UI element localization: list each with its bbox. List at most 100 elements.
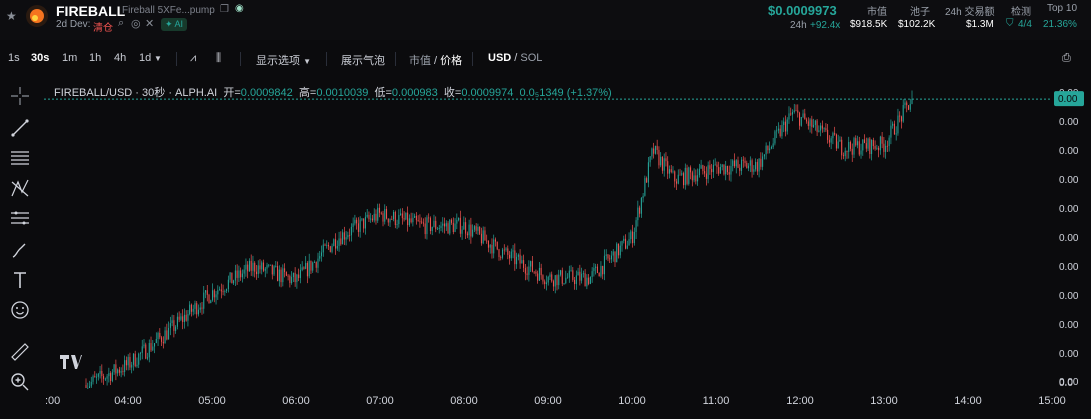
- candle-body: [433, 220, 435, 227]
- candle-body: [201, 307, 203, 309]
- candle-body: [431, 226, 433, 232]
- candle-body: [661, 156, 663, 171]
- candle-body: [336, 245, 338, 249]
- price-chart[interactable]: 0.000.000.000.000.000.000.000.000.000.00…: [0, 0, 1091, 419]
- candle-body: [586, 277, 588, 287]
- candle-body: [400, 213, 402, 215]
- candle-body: [774, 131, 776, 144]
- candle-body: [277, 266, 279, 282]
- legend-low: 0.000983: [391, 87, 438, 99]
- candle-body: [271, 264, 273, 275]
- candle-body: [844, 150, 846, 157]
- candle-body: [514, 250, 516, 265]
- candle-body: [630, 231, 632, 240]
- candle-body: [196, 303, 198, 315]
- candle-body: [762, 156, 764, 167]
- candle-body: [856, 141, 859, 146]
- candle-body: [152, 346, 154, 351]
- candle-body: [730, 166, 732, 175]
- candle-body: [640, 197, 642, 214]
- candle-body: [858, 141, 860, 155]
- candle-body: [245, 264, 247, 270]
- candle-body: [642, 195, 644, 198]
- candle-body: [651, 148, 653, 157]
- candle-body: [197, 309, 200, 315]
- candle-body: [261, 262, 263, 270]
- candle-body: [141, 346, 143, 353]
- candle-body: [387, 218, 389, 223]
- candle-body: [168, 327, 170, 340]
- candle-body: [113, 364, 115, 373]
- candle-body: [442, 223, 444, 226]
- candle-body: [212, 290, 214, 301]
- candle-body: [266, 265, 268, 269]
- candle-body: [319, 256, 321, 259]
- candle-body: [737, 160, 739, 168]
- candle-body: [190, 304, 192, 312]
- candle-body: [883, 143, 885, 152]
- candle-body: [452, 222, 454, 232]
- candle-body: [767, 145, 769, 151]
- candle-body: [841, 139, 843, 156]
- candle-body: [329, 246, 331, 252]
- candle-body: [760, 158, 762, 167]
- candle-body: [702, 165, 704, 172]
- candle-body: [712, 164, 714, 173]
- candle-body: [484, 230, 486, 241]
- candle-body: [375, 213, 377, 221]
- candle-body: [101, 370, 103, 377]
- candle-body: [189, 304, 191, 315]
- candle-body: [726, 165, 728, 173]
- candle-body: [134, 353, 136, 367]
- candle-body: [326, 245, 328, 246]
- candle-body: [748, 165, 750, 169]
- candle-body: [621, 240, 623, 246]
- candle-body: [296, 274, 298, 283]
- candle-body: [120, 371, 122, 373]
- candle-body: [516, 256, 518, 265]
- candle-body: [579, 271, 581, 281]
- candle-body: [658, 149, 660, 166]
- candle-body: [763, 154, 765, 157]
- y-tick-label: 0.00: [1059, 349, 1079, 360]
- candle-body: [827, 129, 829, 140]
- candle-body: [788, 113, 790, 120]
- tradingview-logo: [60, 355, 82, 369]
- candle-body: [324, 244, 326, 246]
- candle-body: [911, 99, 913, 104]
- candle-body: [828, 139, 830, 143]
- candle-body: [733, 160, 736, 167]
- candle-body: [482, 230, 484, 244]
- candle-body: [544, 281, 546, 284]
- candle-body: [405, 212, 407, 220]
- candle-body: [616, 243, 618, 263]
- candle-body: [255, 271, 257, 275]
- x-tick-label: 08:00: [450, 395, 478, 407]
- candle-body: [835, 134, 837, 149]
- candle-body: [412, 217, 414, 223]
- candle-body: [194, 303, 196, 309]
- candle-body: [864, 139, 866, 144]
- candle-body: [157, 332, 159, 340]
- candle-body: [393, 211, 395, 220]
- candle-body: [146, 357, 149, 359]
- candle-body: [505, 248, 507, 250]
- candle-body: [176, 316, 178, 327]
- candle-body: [264, 268, 266, 271]
- candle-body: [848, 141, 850, 152]
- legend-title: FIREBALL/USD · 30秒 · ALPH.AI: [54, 87, 218, 99]
- candle-body: [463, 222, 465, 230]
- candle-body: [180, 316, 182, 320]
- candle-body: [435, 220, 437, 230]
- candle-body: [567, 277, 569, 279]
- candle-body: [593, 267, 595, 272]
- candle-body: [675, 181, 678, 184]
- candle-body: [440, 225, 442, 229]
- candle-body: [698, 168, 700, 176]
- candle-body: [317, 258, 319, 268]
- candle-body: [705, 173, 707, 179]
- candle-body: [421, 221, 423, 223]
- candle-body: [299, 269, 301, 279]
- candle-body: [203, 292, 205, 309]
- candle-body: [313, 262, 315, 263]
